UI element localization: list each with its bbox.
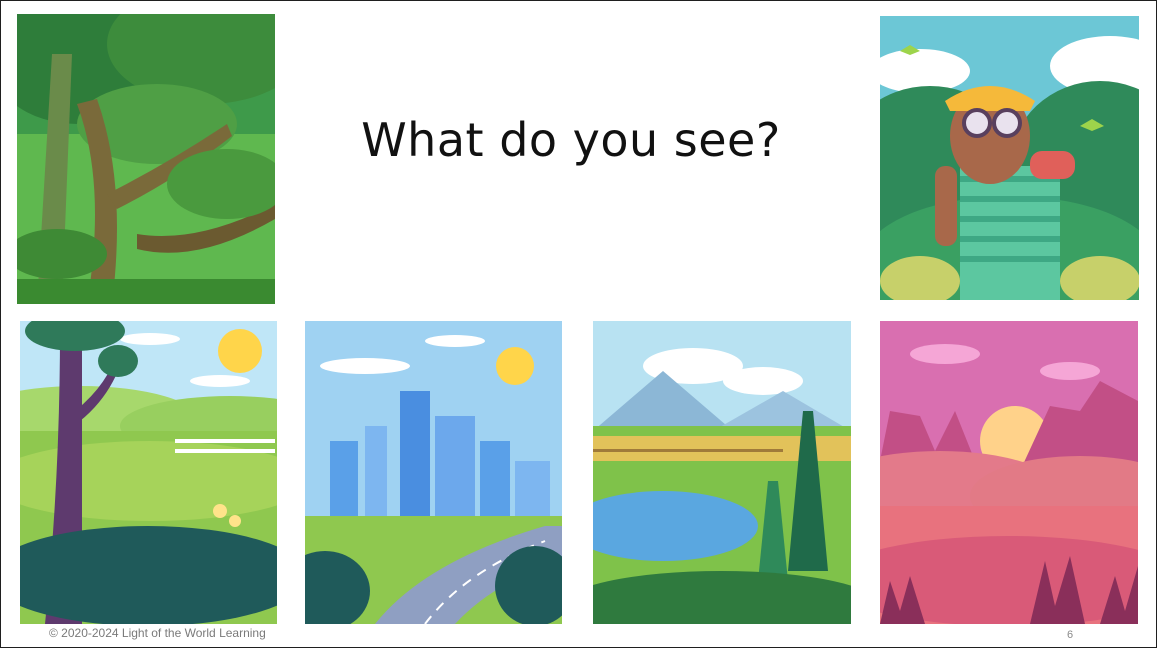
forest-image (17, 14, 275, 304)
slide-title: What do you see? (361, 113, 781, 167)
binoculars-explorer-image (880, 16, 1139, 300)
lake-mountains-image (593, 321, 851, 624)
city-road-image (305, 321, 562, 624)
meadow-tree-image (20, 321, 277, 624)
slide: What do you see? © 2020-2024 Light of th… (0, 0, 1157, 648)
desert-sunset-image (880, 321, 1138, 624)
footer-copyright: © 2020-2024 Light of the World Learning (49, 626, 266, 640)
page-number: 6 (1067, 629, 1074, 641)
